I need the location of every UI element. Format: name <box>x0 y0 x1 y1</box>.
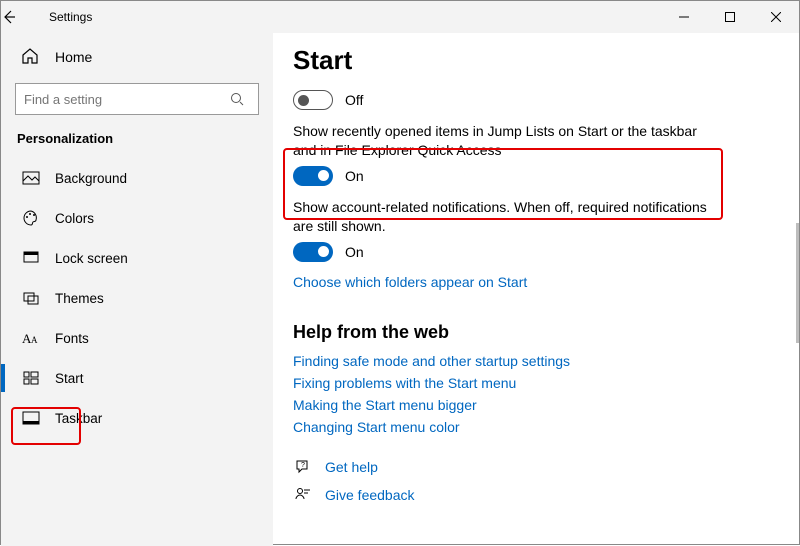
maximize-button[interactable] <box>707 1 753 33</box>
nav-item-colors[interactable]: Colors <box>1 198 273 238</box>
fonts-icon: AA <box>21 328 41 348</box>
toggle-state-label: On <box>345 168 364 184</box>
toggle-fullscreen[interactable]: Off <box>293 90 779 110</box>
toggle-state-label: On <box>345 244 364 260</box>
search-icon <box>230 92 258 106</box>
lockscreen-icon <box>21 248 41 268</box>
nav-item-label: Background <box>41 171 127 186</box>
give-feedback-row[interactable]: Give feedback <box>293 485 779 505</box>
nav-item-start[interactable]: Start <box>1 358 273 398</box>
close-icon <box>771 12 781 22</box>
help-icon: ? <box>293 457 313 477</box>
page-title: Start <box>293 45 779 76</box>
maximize-icon <box>725 12 735 22</box>
give-feedback-link[interactable]: Give feedback <box>325 487 415 503</box>
search-input[interactable] <box>16 91 230 108</box>
toggle-state-label: Off <box>345 92 363 108</box>
svg-text:?: ? <box>301 462 305 469</box>
get-help-row[interactable]: ? Get help <box>293 457 779 477</box>
window-title: Settings <box>45 10 92 24</box>
nav-group-label: Personalization <box>1 125 273 158</box>
picture-icon <box>21 168 41 188</box>
search-box[interactable] <box>15 83 259 115</box>
nav-item-taskbar[interactable]: Taskbar <box>1 398 273 438</box>
nav-item-label: Fonts <box>41 331 89 346</box>
toggle-switch-on[interactable] <box>293 242 333 262</box>
toggle-switch-off[interactable] <box>293 90 333 110</box>
nav-item-label: Themes <box>41 291 104 306</box>
svg-text:A: A <box>31 335 38 345</box>
minimize-icon <box>679 12 689 22</box>
minimize-button[interactable] <box>661 1 707 33</box>
nav-item-label: Start <box>41 371 84 386</box>
window-controls <box>661 1 799 33</box>
nav-item-fonts[interactable]: AA Fonts <box>1 318 273 358</box>
help-heading: Help from the web <box>293 322 779 343</box>
nav-item-label: Lock screen <box>41 251 128 266</box>
taskbar-icon <box>21 408 41 428</box>
feedback-icon <box>293 485 313 505</box>
help-link[interactable]: Making the Start menu bigger <box>293 397 779 413</box>
start-icon <box>21 368 41 388</box>
get-help-link[interactable]: Get help <box>325 459 378 475</box>
nav-item-label: Colors <box>41 211 94 226</box>
nav-item-label: Taskbar <box>41 411 102 426</box>
close-button[interactable] <box>753 1 799 33</box>
arrow-left-icon <box>1 9 17 25</box>
sidebar: Home Personalization Background Colors <box>1 33 273 546</box>
nav-item-background[interactable]: Background <box>1 158 273 198</box>
scrollbar[interactable] <box>796 223 799 343</box>
toggle-accountnotif[interactable]: On <box>293 242 779 262</box>
setting-jumplists-label: Show recently opened items in Jump Lists… <box>293 122 723 160</box>
nav-item-themes[interactable]: Themes <box>1 278 273 318</box>
link-folders-on-start[interactable]: Choose which folders appear on Start <box>293 274 779 290</box>
nav-home-label: Home <box>41 49 92 65</box>
back-button[interactable] <box>1 9 45 25</box>
themes-icon <box>21 288 41 308</box>
help-link[interactable]: Finding safe mode and other startup sett… <box>293 353 779 369</box>
cutoff-setting-label <box>293 78 779 84</box>
content-pane: Start Off Show recently opened items in … <box>273 33 799 546</box>
toggle-jumplists[interactable]: On <box>293 166 779 186</box>
setting-accountnotif-label: Show account-related notifications. When… <box>293 198 723 236</box>
help-link[interactable]: Fixing problems with the Start menu <box>293 375 779 391</box>
home-icon <box>21 47 41 67</box>
help-link[interactable]: Changing Start menu color <box>293 419 779 435</box>
nav-home[interactable]: Home <box>1 39 273 75</box>
help-links: Finding safe mode and other startup sett… <box>293 353 779 435</box>
titlebar: Settings <box>1 1 799 33</box>
palette-icon <box>21 208 41 228</box>
nav-item-lockscreen[interactable]: Lock screen <box>1 238 273 278</box>
toggle-switch-on[interactable] <box>293 166 333 186</box>
footer-links: ? Get help Give feedback <box>293 457 779 505</box>
